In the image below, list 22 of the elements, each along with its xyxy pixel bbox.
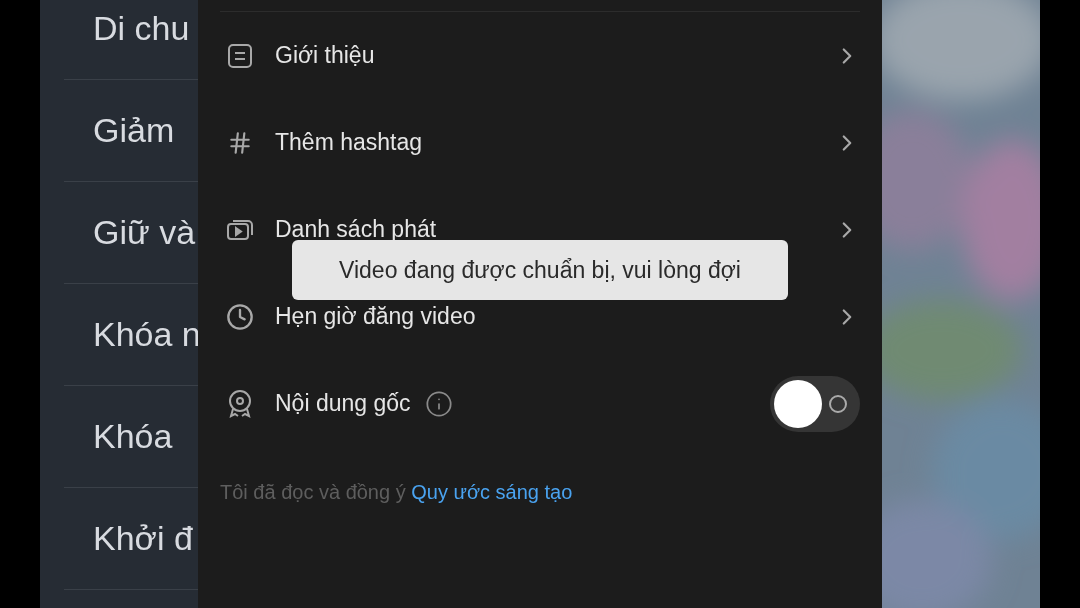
row-label: Nội dung gốc xyxy=(275,389,411,419)
menu-item-label: Di chu xyxy=(93,8,190,49)
info-icon xyxy=(424,389,453,418)
menu-item-label: Giữ và xyxy=(93,212,196,253)
agreement-text: Tôi đã đọc và đồng ý xyxy=(220,481,406,503)
menu-item-label: Khóa xyxy=(93,416,173,457)
row-label: Giới thiệu xyxy=(275,41,375,71)
menu-item-label: Khóa n xyxy=(93,314,198,355)
row-label: Thêm hashtag xyxy=(275,128,423,158)
preparing-toast: Video đang được chuẩn bị, vui lòng đợi xyxy=(292,240,788,300)
clock-icon xyxy=(226,302,254,331)
menu-item-label: Giảm xyxy=(93,110,175,151)
playlist-icon xyxy=(226,217,254,242)
row-label: Hẹn giờ đăng video xyxy=(275,302,476,332)
settings-row[interactable]: Giới thiệu xyxy=(220,12,860,99)
hashtag-icon xyxy=(227,129,253,156)
agreement-link[interactable]: Quy ước sáng tạo xyxy=(411,481,573,503)
document-icon xyxy=(227,42,253,69)
award-icon xyxy=(227,388,253,419)
settings-row[interactable]: Nội dung gốc xyxy=(220,360,860,447)
settings-row[interactable]: Thêm hashtag xyxy=(220,99,860,186)
menu-item-label: Khởi đ xyxy=(93,518,193,559)
